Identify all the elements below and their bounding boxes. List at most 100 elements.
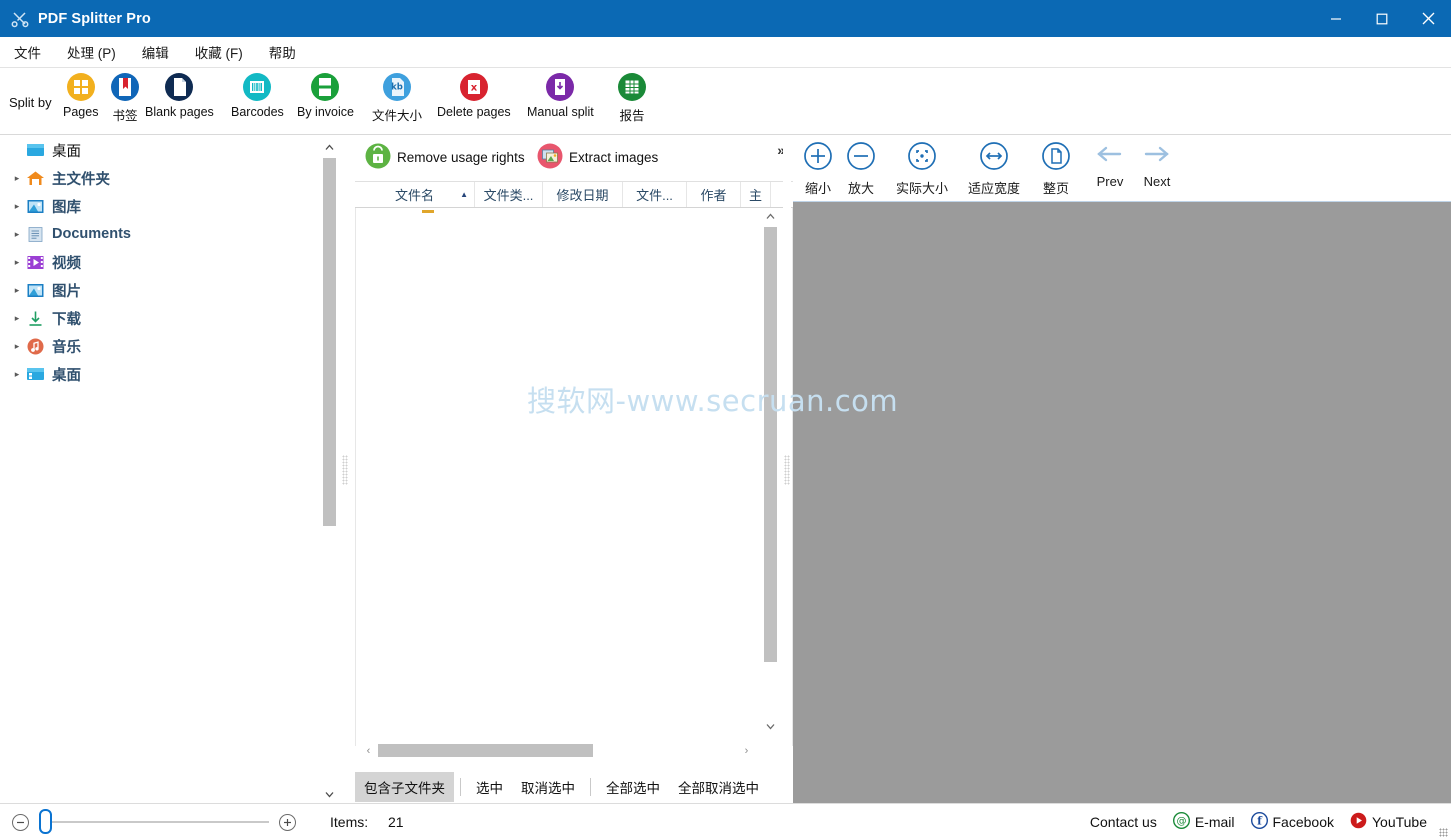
scroll-right-arrow-icon[interactable]: › [738,742,755,759]
expander-icon[interactable]: ▸ [8,173,26,184]
file-list-body[interactable] [355,208,793,746]
deselect-all-button[interactable]: 全部取消选中 [669,772,768,802]
tool-bookmarks[interactable]: 书签 [110,72,140,124]
expander-icon[interactable]: ▸ [8,229,26,240]
maximize-button[interactable] [1359,0,1405,37]
close-button[interactable] [1405,0,1451,37]
music-icon [26,337,45,356]
youtube-link[interactable]: YouTube [1350,812,1427,832]
file-list-scroll-thumb[interactable] [764,227,777,662]
preview-prev-page-tool[interactable]: Prev [1093,140,1127,189]
tree-item-downloads[interactable]: ▸ 下载 [0,304,338,332]
fit-width-icon [978,140,1010,177]
expander-icon[interactable]: ▸ [8,313,26,324]
column-header-filename[interactable]: 文件名 ▲ [355,182,475,207]
file-list-vertical-scrollbar[interactable] [762,208,779,735]
expander-icon[interactable]: ▸ [8,341,26,352]
tree-item-gallery[interactable]: ▸ 图库 [0,192,338,220]
remove-usage-rights-button[interactable]: Remove usage rights [365,143,525,172]
file-list-column-headers: 文件名 ▲ 文件类... 修改日期 文件... 作者 主 [355,182,793,208]
main-toolbar: Split by Pages 书签 Blank pages Barcodes B… [0,68,1451,194]
tree-item-desktop[interactable]: ▸ 桌面 [0,360,338,388]
preview-next-page-label: Next [1143,174,1171,189]
column-header-filetype[interactable]: 文件类... [475,182,543,207]
scroll-up-arrow-icon[interactable] [321,139,338,156]
tool-file-size[interactable]: kb 文件大小 [372,72,422,124]
preview-next-page-tool[interactable]: Next [1140,140,1174,189]
scroll-down-arrow-icon[interactable] [762,718,779,735]
plus-circle-icon[interactable] [279,813,296,831]
menu-file[interactable]: 文件 [2,38,53,66]
preview-actual-size-tool[interactable]: 实际大小 [896,140,948,197]
tool-report[interactable]: 报告 [617,72,647,124]
expander-icon[interactable]: ▸ [8,257,26,268]
fit-page-icon [1040,140,1072,177]
facebook-icon: f [1250,811,1268,832]
file-list-horizontal-scrollbar[interactable]: ‹ › [360,742,755,759]
tool-by-invoice-label: By invoice [297,105,354,119]
zoom-slider-thumb[interactable] [39,809,52,834]
tool-report-label: 报告 [619,109,645,123]
expander-icon[interactable]: ▸ [8,285,26,296]
minimize-button[interactable] [1313,0,1359,37]
window-controls [1313,0,1451,37]
tree-list-splitter[interactable] [341,136,349,803]
tool-by-invoice[interactable]: By invoice [297,72,354,119]
tool-blank-pages[interactable]: Blank pages [145,72,214,119]
list-preview-splitter[interactable] [783,136,791,803]
contact-us-label: Contact us [1089,814,1157,830]
actual-size-icon [906,140,938,177]
items-status: Items: 21 [330,814,404,830]
preview-prev-page-label: Prev [1096,174,1124,189]
zoom-slider[interactable] [39,809,269,834]
column-header-filesize[interactable]: 文件... [623,182,687,207]
youtube-icon [1350,812,1367,832]
tree-item-home[interactable]: ▸ 主文件夹 [0,164,338,192]
menu-help[interactable]: 帮助 [257,38,308,66]
tree-item-documents[interactable]: ▸ Documents [0,220,338,248]
preview-fit-width-tool[interactable]: 适应宽度 [968,140,1020,197]
tree-root-desktop[interactable]: 桌面 [0,136,338,164]
resize-grip-icon[interactable] [1439,828,1448,837]
tool-delete-pages[interactable]: x Delete pages [437,72,511,119]
facebook-link[interactable]: f Facebook [1250,811,1334,832]
scroll-up-arrow-icon[interactable] [762,208,779,225]
file-list-panel: Remove usage rights Extract images » 文件名… [355,136,793,803]
extract-images-button[interactable]: Extract images [537,143,658,172]
deselect-button[interactable]: 取消选中 [512,772,584,802]
expander-icon[interactable]: ▸ [8,201,26,212]
file-list-hscroll-thumb[interactable] [378,744,593,757]
menu-favorites[interactable]: 收藏 (F) [183,38,255,66]
tree-item-videos[interactable]: ▸ 视频 [0,248,338,276]
tool-manual-split[interactable]: Manual split [527,72,594,119]
include-subfolders-button[interactable]: 包含子文件夹 [355,772,454,802]
tool-pages[interactable]: Pages [63,72,98,119]
button-separator [590,778,591,796]
menu-edit[interactable]: 编辑 [130,38,181,66]
email-link[interactable]: @ E-mail [1172,811,1235,832]
tool-barcodes[interactable]: Barcodes [231,72,284,119]
select-button[interactable]: 选中 [467,772,512,802]
minus-circle-icon[interactable] [12,813,29,831]
tree-item-documents-label: Documents [52,226,131,242]
scroll-left-arrow-icon[interactable]: ‹ [360,742,377,759]
tree-root-label: 桌面 [52,143,81,160]
select-all-button[interactable]: 全部选中 [597,772,669,802]
column-header-author[interactable]: 作者 [687,182,741,207]
tree-scroll-thumb[interactable] [323,158,336,526]
tree-vertical-scrollbar[interactable] [321,139,338,803]
menu-process[interactable]: 处理 (P) [55,38,128,66]
column-header-moddate[interactable]: 修改日期 [543,182,623,207]
preview-zoom-out-tool[interactable]: 缩小 [802,140,834,197]
file-list-toolbar: Remove usage rights Extract images » [355,136,793,182]
expander-icon[interactable]: ▸ [8,369,26,380]
splitter-grip-icon [342,454,348,485]
tree-item-music[interactable]: ▸ 音乐 [0,332,338,360]
column-header-subject[interactable]: 主 [741,182,771,207]
column-drop-marker [422,210,434,213]
preview-zoom-in-tool[interactable]: 放大 [845,140,877,197]
preview-canvas[interactable] [793,202,1451,803]
preview-fit-page-tool[interactable]: 整页 [1040,140,1072,197]
scroll-down-arrow-icon[interactable] [321,786,338,803]
tree-item-pictures[interactable]: ▸ 图片 [0,276,338,304]
